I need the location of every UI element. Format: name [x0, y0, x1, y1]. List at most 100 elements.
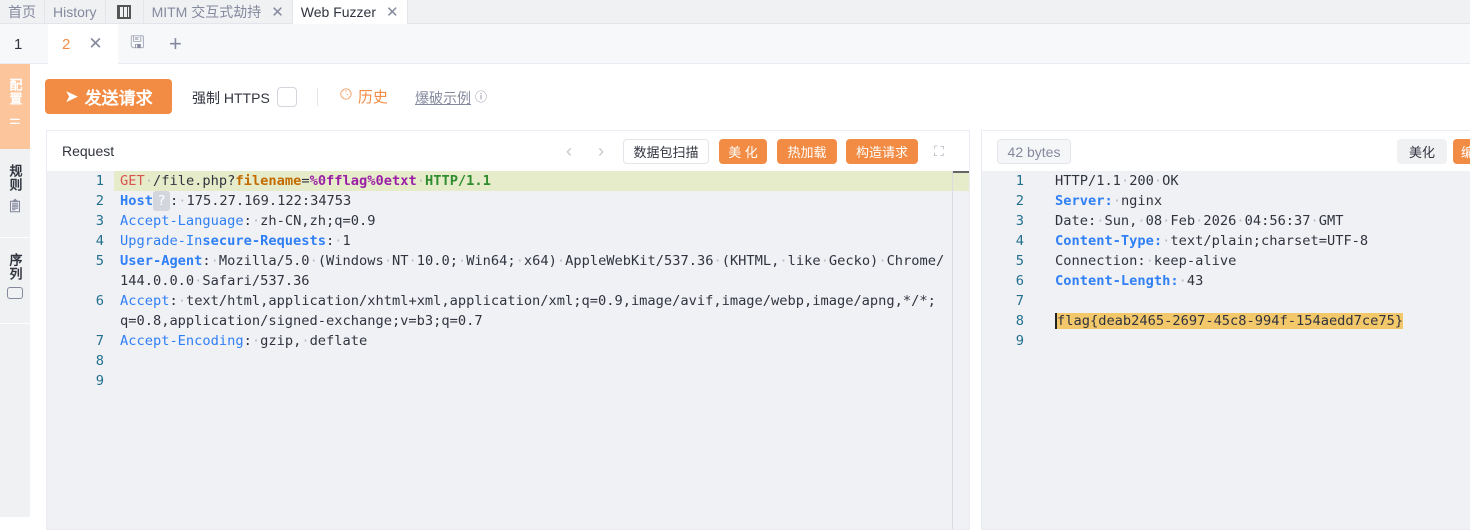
tab-table[interactable]: [106, 0, 144, 24]
example-label: 爆破示例: [415, 90, 471, 106]
code-token: zh-CN,zh;q=0.9: [260, 213, 376, 229]
edit-button[interactable]: 编: [1453, 139, 1470, 164]
code-token: Feb: [1170, 213, 1196, 229]
code-token: q=0.8,application/signed-exchange;v=b3;q…: [120, 313, 483, 329]
request-title: Request: [62, 143, 115, 159]
beautify-button[interactable]: 美 化: [719, 139, 767, 164]
code-token: ·: [457, 253, 467, 269]
line-text: Upgrade-Insecure-Requests:·1: [120, 231, 351, 251]
sidebar-item-config[interactable]: 配置 ⚌: [0, 64, 30, 149]
code-line: 3 Date:·Sun,·08·Feb·2026·04:56:37·GMT: [982, 211, 1470, 231]
code-token: NT: [392, 253, 409, 269]
code-token: Mozilla/5.0: [218, 253, 310, 269]
code-token: 144.0.0.0: [120, 273, 195, 289]
line-number: 9: [95, 373, 104, 389]
packet-scan-button[interactable]: 数据包扫描: [623, 139, 709, 164]
code-token: 10.0;: [416, 253, 458, 269]
line-number: 7: [95, 333, 104, 349]
close-icon[interactable]: ✕: [271, 3, 284, 21]
tab-web-fuzzer[interactable]: Web Fuzzer ✕: [292, 0, 408, 24]
code-token: GMT: [1318, 213, 1344, 229]
top-tab-bar: 首页 History MITM 交互式劫持 ✕ Web Fuzzer ✕: [0, 0, 1470, 24]
fullscreen-icon[interactable]: ⛶: [934, 143, 944, 160]
line-number: 1: [95, 173, 104, 189]
code-token: OK: [1162, 173, 1179, 189]
close-icon[interactable]: ✕: [386, 3, 399, 21]
line-number: 5: [95, 253, 104, 269]
code-token: Accept-Language: [120, 213, 244, 229]
code-token: ·: [251, 333, 261, 349]
code-token: ·: [416, 173, 425, 189]
code-token: Connection:: [1055, 253, 1146, 269]
code-token: keep-alive: [1153, 253, 1237, 269]
line-text: flag{deab2465-2697-45c8-994f-154aedd7ce7…: [1055, 311, 1404, 331]
code-token: flag{deab2465-2697-45c8-994f-154aedd7ce7…: [1055, 313, 1404, 329]
send-icon: ➤: [64, 86, 79, 106]
code-line: 9: [47, 371, 969, 391]
line-text: q=0.8,application/signed-exchange;v=b3;q…: [120, 311, 483, 331]
code-line: 6 Accept:·text/html,application/xhtml+xml…: [47, 291, 969, 311]
code-line: 1 GET·/file.php?filename=%0fflag%0etxt·HT…: [47, 171, 969, 191]
code-token: GET: [120, 173, 145, 189]
tab-home[interactable]: 首页: [0, 0, 45, 24]
sidebar-item-rules[interactable]: 规则 📋︎: [0, 150, 30, 238]
prev-icon[interactable]: ‹: [566, 141, 572, 162]
hot-reload-button[interactable]: 热加载: [777, 139, 837, 164]
save-icon[interactable]: 🖫: [130, 24, 144, 64]
tab-history[interactable]: History: [45, 0, 106, 24]
code-token: ·: [713, 253, 722, 269]
tab-mitm[interactable]: MITM 交互式劫持 ✕: [144, 0, 293, 24]
send-request-button[interactable]: ➤ 发送请求: [45, 79, 172, 114]
code-token: ·: [1310, 213, 1319, 229]
clipboard-icon: 📋︎: [6, 198, 24, 213]
fuzzer-tab-2[interactable]: 2 ✕: [48, 24, 118, 64]
code-token: ·: [408, 253, 417, 269]
code-token: gzip,: [260, 333, 302, 349]
code-token: 200: [1129, 173, 1154, 189]
request-editor[interactable]: 1 GET·/file.php?filename=%0fflag%0etxt·HT…: [47, 171, 969, 529]
sidebar-item-sequence[interactable]: 序列: [0, 239, 30, 324]
example-link[interactable]: 爆破示例 ⓘ: [415, 88, 487, 108]
code-line: 7 Accept-Encoding:·gzip,·deflate: [47, 331, 969, 351]
code-line: 2 Host?:·175.27.169.122:34753: [47, 191, 969, 211]
line-text: Server:·nginx: [1055, 191, 1162, 211]
code-token: like: [787, 253, 821, 269]
code-token: 43: [1186, 273, 1204, 289]
line-number: 4: [95, 233, 104, 249]
add-tab-icon[interactable]: +: [169, 24, 182, 64]
code-token: Sun,: [1104, 213, 1138, 229]
code-token: Safari/537.36: [202, 273, 310, 289]
response-header: 42 bytes 美化 编: [982, 131, 1470, 171]
code-token: User-Agent: [120, 253, 203, 269]
stack-icon: [7, 287, 23, 299]
fuzzer-tab-1[interactable]: 1: [14, 24, 22, 64]
code-token: ·: [515, 253, 524, 269]
code-line: 2 Server:·nginx: [982, 191, 1470, 211]
code-token: x64): [523, 253, 557, 269]
code-token: Date:: [1055, 213, 1097, 229]
line-number: 3: [1015, 213, 1024, 229]
help-badge[interactable]: ?: [152, 191, 170, 211]
code-token: deflate: [309, 333, 368, 349]
code-line: 9: [982, 331, 1470, 351]
code-token: ·: [251, 213, 261, 229]
code-token: ·: [177, 293, 186, 309]
beautify-button[interactable]: 美化: [1397, 139, 1447, 164]
force-https-checkbox[interactable]: [277, 87, 297, 107]
line-text: User-Agent:·Mozilla/5.0·(Windows·NT·10.0…: [120, 251, 944, 271]
code-token: 175.27.169.122:34753: [186, 193, 352, 209]
divider: [317, 88, 318, 106]
line-number: 6: [1015, 273, 1024, 289]
code-token: ·: [1112, 193, 1121, 209]
next-icon[interactable]: ›: [598, 141, 604, 162]
sidebar-item-label: 序列: [7, 253, 23, 281]
toolbar: ➤ 发送请求 强制 HTTPS 🕓︎ 历史 爆破示例 ⓘ: [30, 64, 1470, 130]
tab-label: 首页: [8, 4, 36, 20]
construct-request-button[interactable]: 构造请求: [846, 139, 918, 164]
code-token: Content-Type:: [1055, 233, 1163, 249]
code-line: q=0.8,application/signed-exchange;v=b3;q…: [47, 311, 969, 331]
close-icon[interactable]: ✕: [88, 34, 102, 54]
history-button[interactable]: 🕓︎ 历史: [340, 86, 388, 107]
response-editor[interactable]: 1 HTTP/1.1·200·OK 2 Server:·nginx 3 Date:·Sun…: [982, 171, 1470, 529]
code-line: 3 Accept-Language:·zh-CN,zh;q=0.9: [47, 211, 969, 231]
